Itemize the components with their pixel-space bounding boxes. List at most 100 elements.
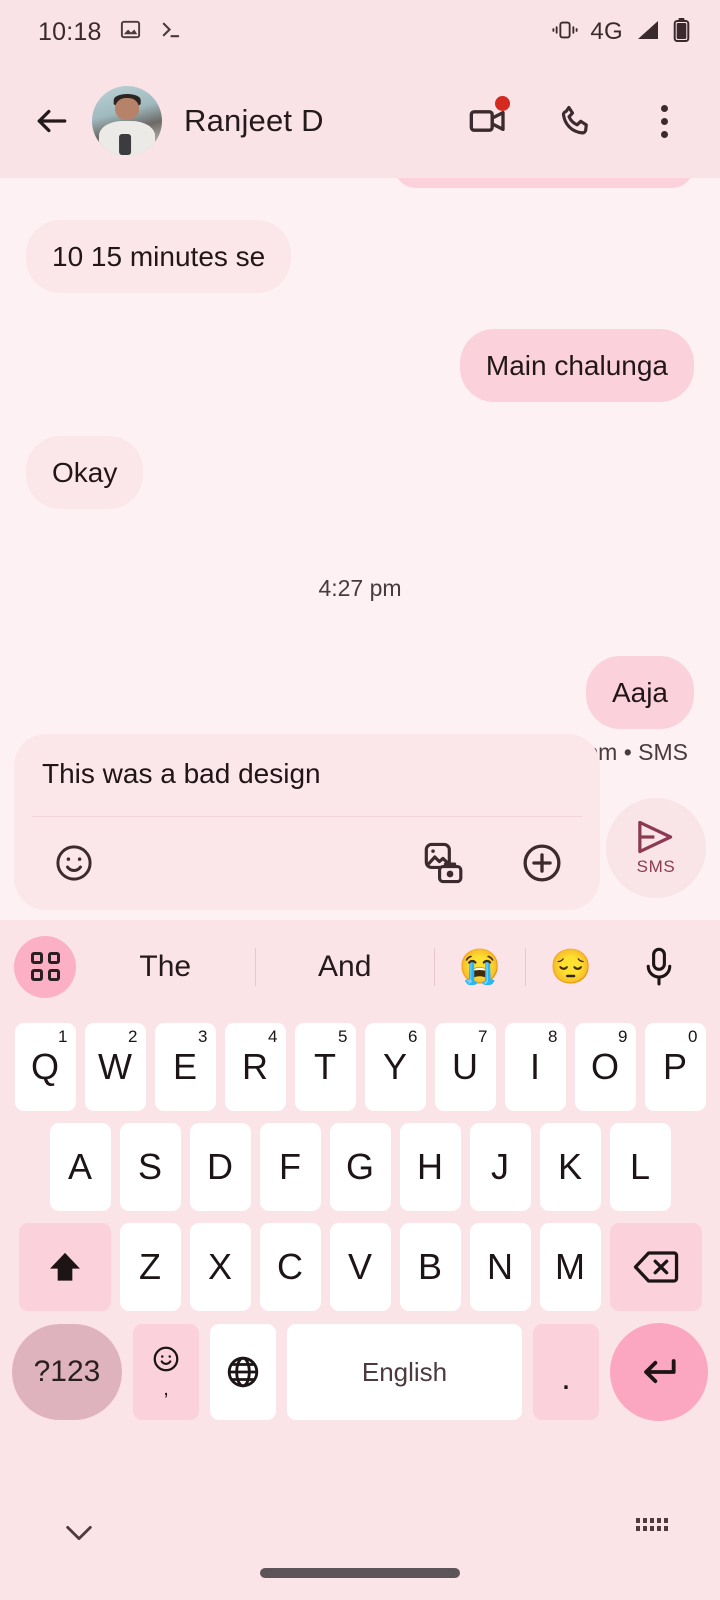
enter-key[interactable] <box>610 1323 708 1421</box>
keyboard-row-1: 1Q 2W 3E 4R 5T 6Y 7U 8I 9O 0P <box>4 1023 716 1111</box>
microphone-icon[interactable] <box>616 947 702 987</box>
key-r[interactable]: 4R <box>224 1023 286 1111</box>
key-t[interactable]: 5T <box>294 1023 356 1111</box>
avatar-phone-object <box>118 133 131 155</box>
key-hint: 7 <box>478 1027 488 1046</box>
back-button[interactable] <box>26 95 78 147</box>
period-key[interactable]: . <box>533 1324 599 1420</box>
message-input[interactable]: This was a bad design <box>14 758 600 816</box>
send-button[interactable]: SMS <box>606 798 706 898</box>
message-row-incoming: Okay <box>26 436 694 509</box>
app-bar-actions <box>462 95 696 147</box>
video-call-badge <box>495 96 510 111</box>
suggestion-emoji-2[interactable]: 😔 <box>526 950 616 984</box>
home-indicator[interactable] <box>260 1568 460 1578</box>
key-e[interactable]: 3E <box>154 1023 216 1111</box>
composer[interactable]: This was a bad design <box>14 734 600 910</box>
terminal-icon <box>159 18 182 46</box>
key-g[interactable]: G <box>329 1123 391 1211</box>
keyboard[interactable]: 1Q 2W 3E 4R 5T 6Y 7U 8I 9O 0P A S D F G … <box>0 1013 720 1491</box>
key-label: U <box>452 1046 478 1087</box>
key-j[interactable]: J <box>469 1123 531 1211</box>
suggestion-word-1[interactable]: The <box>76 950 255 984</box>
keyboard-switch-icon[interactable] <box>636 1518 668 1531</box>
key-m[interactable]: M <box>539 1223 601 1311</box>
message-row-outgoing: Aaja <box>26 656 694 729</box>
compose-bar: This was a bad design SMS <box>0 734 720 920</box>
shift-key[interactable] <box>18 1223 111 1311</box>
key-c[interactable]: C <box>259 1223 321 1311</box>
key-i[interactable]: 8I <box>504 1023 566 1111</box>
key-hint: 4 <box>268 1027 278 1046</box>
key-z[interactable]: Z <box>119 1223 181 1311</box>
backspace-key[interactable] <box>609 1223 702 1311</box>
keyboard-row-2: A S D F G H J K L <box>4 1123 716 1211</box>
message-bubble[interactable]: Okay <box>26 436 144 509</box>
status-bar-left: 10:18 <box>38 18 182 47</box>
navigation-bar <box>0 1490 720 1600</box>
key-label: Y <box>382 1046 407 1087</box>
key-label: W <box>98 1046 132 1087</box>
key-n[interactable]: N <box>469 1223 531 1311</box>
key-s[interactable]: S <box>119 1123 181 1211</box>
keyboard-row-3: Z X C V B N M <box>4 1223 716 1311</box>
keyboard-row-4: ?123 , English . <box>4 1323 716 1421</box>
key-label: R <box>242 1046 268 1087</box>
key-o[interactable]: 9O <box>574 1023 636 1111</box>
battery-icon <box>673 17 690 47</box>
key-u[interactable]: 7U <box>434 1023 496 1111</box>
key-l[interactable]: L <box>609 1123 671 1211</box>
video-call-button[interactable] <box>462 95 514 147</box>
kb-dots <box>636 1518 668 1531</box>
key-hint: 0 <box>688 1027 698 1046</box>
key-a[interactable]: A <box>49 1123 111 1211</box>
key-label: Q <box>30 1046 59 1087</box>
key-y[interactable]: 6Y <box>364 1023 426 1111</box>
key-hint: 2 <box>128 1027 138 1046</box>
hide-keyboard-chevron[interactable] <box>62 1520 96 1551</box>
gallery-camera-icon[interactable] <box>416 835 472 891</box>
send-type-label: SMS <box>636 857 676 876</box>
space-key[interactable]: English <box>287 1324 522 1420</box>
key-v[interactable]: V <box>329 1223 391 1311</box>
symbols-key[interactable]: ?123 <box>12 1324 122 1420</box>
key-b[interactable]: B <box>399 1223 461 1311</box>
key-w[interactable]: 2W <box>84 1023 146 1111</box>
avatar[interactable] <box>92 86 162 156</box>
key-hint: 3 <box>198 1027 208 1046</box>
key-hint: 6 <box>408 1027 418 1046</box>
key-x[interactable]: X <box>189 1223 251 1311</box>
key-label: E <box>172 1046 197 1087</box>
key-h[interactable]: H <box>399 1123 461 1211</box>
message-bubble[interactable]: Main chalunga <box>459 329 694 402</box>
key-d[interactable]: D <box>189 1123 251 1211</box>
message-row-incoming: 10 15 minutes se <box>26 220 694 293</box>
message-row-outgoing: Main chalunga <box>26 329 694 402</box>
key-q[interactable]: 1Q <box>14 1023 76 1111</box>
key-hint: 9 <box>618 1027 628 1046</box>
suggestion-word-2[interactable]: And <box>256 950 435 984</box>
emoji-key[interactable]: , <box>133 1324 199 1420</box>
network-type: 4G <box>590 18 623 45</box>
message-bubble[interactable]: Aaja <box>585 656 694 729</box>
key-k[interactable]: K <box>539 1123 601 1211</box>
plus-circle-icon[interactable] <box>514 835 570 891</box>
timestamp-divider: 4:27 pm <box>318 575 402 601</box>
voice-call-button[interactable] <box>550 95 602 147</box>
key-p[interactable]: 0P <box>644 1023 706 1111</box>
key-label: P <box>662 1046 687 1087</box>
language-key[interactable] <box>210 1324 276 1420</box>
composer-actions <box>14 817 600 909</box>
status-time: 10:18 <box>38 17 102 46</box>
key-label: I <box>529 1046 540 1087</box>
emoji-icon[interactable] <box>46 835 102 891</box>
key-f[interactable]: F <box>259 1123 321 1211</box>
clipped-previous-bubble <box>394 178 694 188</box>
status-bar-right: 4G <box>552 17 690 47</box>
overflow-menu-button[interactable] <box>638 95 690 147</box>
contact-name[interactable]: Ranjeet D <box>184 103 462 139</box>
image-icon <box>119 18 142 46</box>
apps-grid-icon[interactable] <box>14 935 76 998</box>
suggestion-emoji-1[interactable]: 😭 <box>435 950 525 984</box>
message-bubble[interactable]: 10 15 minutes se <box>26 220 292 293</box>
